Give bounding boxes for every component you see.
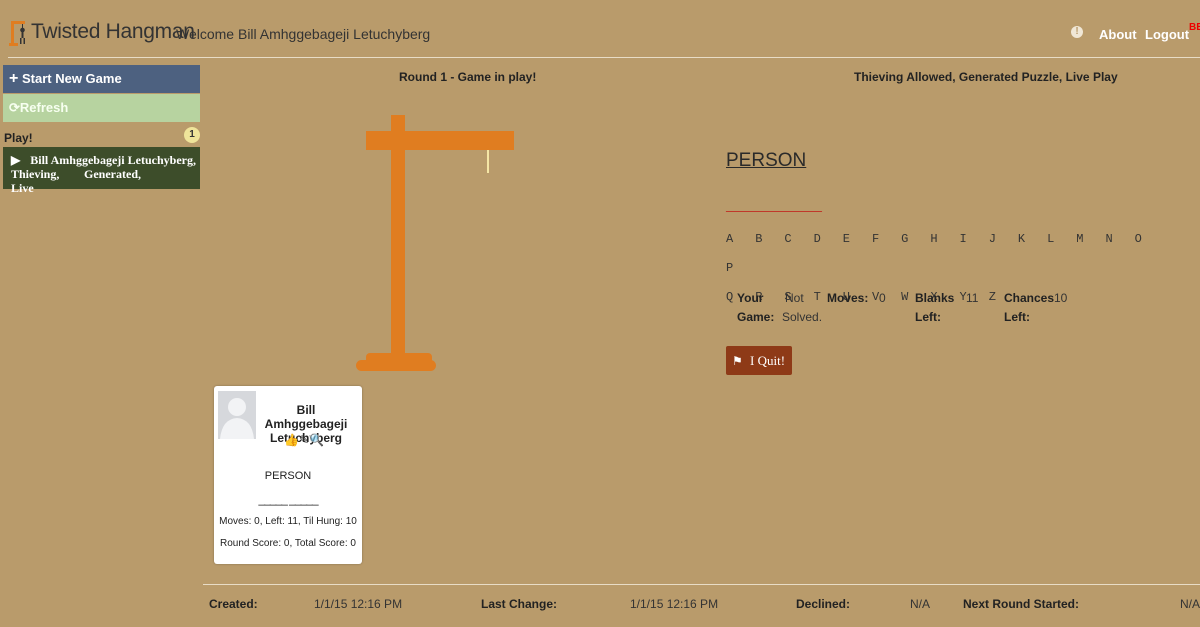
letter-button-d[interactable]: D (814, 232, 839, 261)
created-label: Created: (209, 597, 258, 611)
stats-panel: Your Game: Not Solved. Moves: 0 Blanks L… (737, 288, 1097, 330)
your-game-value-1: Not (785, 291, 804, 305)
gallows-top-beam (366, 131, 514, 150)
gallows-rope (487, 150, 489, 173)
play-icon: ▶ (11, 153, 21, 167)
thumbs-up-icon[interactable]: 👍 (284, 433, 299, 447)
moves-label: Moves: (827, 291, 869, 305)
help-icon[interactable]: ! (1071, 26, 1083, 38)
letter-row-1: A B C D E F G H I J K L M N O P (726, 232, 1186, 290)
last-change-value: 1/1/15 12:16 PM (630, 597, 719, 611)
refresh-icon: ⟳ (9, 100, 20, 115)
footer-divider (203, 584, 1200, 585)
player-actions: 👍✎🔍 (284, 433, 324, 447)
avatar (218, 391, 256, 439)
moves-value: 0 (879, 291, 886, 305)
play-section-label: Play! (4, 131, 33, 145)
letter-button-o[interactable]: O (1135, 232, 1160, 261)
puzzle-category: PERSON (726, 150, 807, 171)
app-title[interactable]: Twisted Hangman (31, 20, 195, 44)
chances-left-label-2: Left: (1004, 310, 1030, 324)
puzzle-blanks: _____ ______ (726, 197, 822, 214)
letter-button-h[interactable]: H (930, 232, 955, 261)
gallows-logo-icon[interactable] (9, 20, 29, 46)
gallows-base (356, 360, 436, 371)
letter-button-a[interactable]: A (726, 232, 751, 261)
letter-button-f[interactable]: F (872, 232, 897, 261)
logout-link[interactable]: Logout (1145, 27, 1189, 42)
refresh-label: Refresh (19, 100, 69, 115)
declined-label: Declined: (796, 597, 851, 611)
player-card-moves: Moves: 0, Left: 11, Til Hung: 10 (219, 516, 357, 527)
letter-button-g[interactable]: G (901, 232, 926, 261)
app-header: Twisted Hangman Welcome Bill Amhggebagej… (0, 0, 1200, 58)
refresh-button[interactable]: ⟳Refresh (3, 94, 200, 122)
letter-button-c[interactable]: C (784, 232, 809, 261)
your-game-value-2: Solved. (782, 310, 823, 324)
letter-button-n[interactable]: N (1105, 232, 1130, 261)
chances-left-label-1: Chances (1004, 291, 1055, 305)
blanks-left-label-1: Blanks (915, 291, 955, 305)
your-game-label-2: Game: (737, 310, 775, 324)
start-new-game-label: Start New Game (21, 71, 122, 86)
blanks-left-label-2: Left: (915, 310, 941, 324)
quit-button[interactable]: ⚑ I Quit! (726, 346, 792, 375)
game-list-item[interactable]: ▶ Bill Amhggebageji Letuchyberg, Thievin… (3, 147, 200, 195)
about-link[interactable]: About (1099, 27, 1137, 42)
next-round-value: N/A (1180, 597, 1200, 611)
round-status: Round 1 - Game in play! (399, 70, 537, 84)
play-count-badge: 1 (184, 127, 200, 143)
letter-button-k[interactable]: K (1018, 232, 1043, 261)
gallows-graphic (356, 115, 516, 373)
flag-icon: ⚑ (732, 354, 743, 368)
chances-left-value: 10 (1054, 291, 1068, 305)
letter-button-j[interactable]: J (989, 232, 1014, 261)
game-item-line2: Thieving, Generated, Live (11, 167, 141, 195)
letter-button-p[interactable]: P (726, 261, 751, 290)
player-name-line1: Bill Amhggebageji (264, 403, 348, 431)
letter-button-m[interactable]: M (1076, 232, 1101, 261)
letter-button-b[interactable]: B (755, 232, 780, 261)
declined-value: N/A (910, 597, 931, 611)
header-divider (8, 57, 1200, 58)
gallows-post (391, 115, 405, 358)
letter-button-i[interactable]: I (960, 232, 985, 261)
start-new-game-button[interactable]: + Start New Game (3, 65, 200, 93)
plus-icon: + (9, 70, 19, 87)
letter-button-e[interactable]: E (843, 232, 868, 261)
notification-badge[interactable]: BE (1189, 22, 1200, 33)
quit-label: I Quit! (750, 353, 786, 368)
your-game-label-1: Your (737, 291, 764, 305)
welcome-message: Welcome Bill Amhggebageji Letuchyberg (176, 26, 431, 42)
player-card: Bill Amhggebageji Letuchyberg 👍✎🔍 PERSON… (214, 386, 362, 564)
game-item-line1: Bill Amhggebageji Letuchyberg, (30, 153, 196, 167)
game-rules: Thieving Allowed, Generated Puzzle, Live… (854, 70, 1118, 84)
letter-button-l[interactable]: L (1047, 232, 1072, 261)
next-round-label: Next Round Started: (963, 597, 1080, 611)
search-icon[interactable]: 🔍 (309, 433, 324, 447)
pencil-icon[interactable]: ✎ (299, 433, 309, 447)
player-card-score: Round Score: 0, Total Score: 0 (219, 538, 356, 549)
player-card-blanks: _____ _____ (258, 492, 318, 506)
blanks-left-value: 11 (966, 291, 979, 305)
player-card-category: PERSON (264, 470, 312, 482)
last-change-label: Last Change: (481, 597, 558, 611)
created-value: 1/1/15 12:16 PM (314, 597, 403, 611)
